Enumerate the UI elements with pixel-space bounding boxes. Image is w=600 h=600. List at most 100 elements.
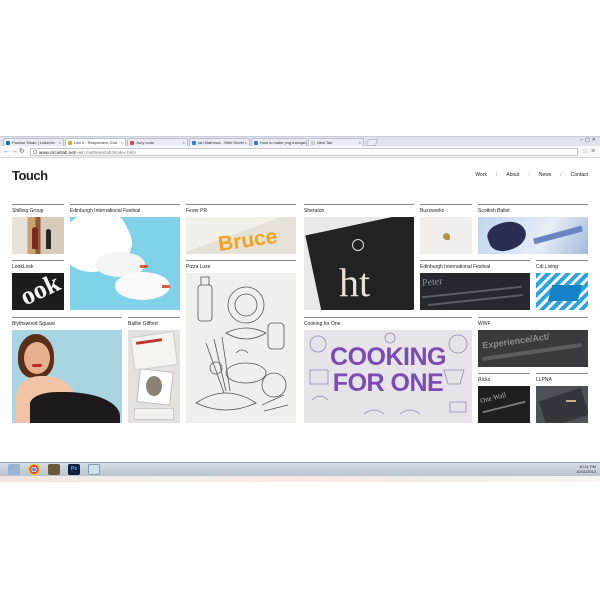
nav-work[interactable]: Work [475, 172, 487, 178]
nav-news[interactable]: News [539, 172, 552, 178]
project-edinburgh-festival[interactable]: Edinburgh International Festival [70, 204, 180, 310]
divider [478, 373, 530, 374]
project-image: ht [304, 217, 414, 310]
taskbar: Ps 10:11 PM 10/11/2013 [0, 462, 600, 476]
art-sheraton-text: ht [339, 260, 371, 305]
nav-about[interactable]: About [506, 172, 519, 178]
menu-icon[interactable]: ≡ [591, 148, 595, 156]
art-cooking-line1: COOKING [330, 343, 446, 371]
art-cooking-line2: FOR ONE [332, 369, 444, 397]
forward-icon[interactable]: → [11, 147, 18, 157]
divider [12, 317, 122, 318]
new-tab-button[interactable] [365, 139, 379, 146]
page-info-icon [33, 150, 37, 154]
project-blythswood-square[interactable]: Blythswood Square [12, 317, 122, 423]
close-window-icon[interactable]: ✕ [592, 137, 598, 143]
project-title: Blythswood Square [12, 321, 56, 327]
project-title: Ricks [478, 377, 491, 383]
photoshop-icon[interactable]: Ps [68, 464, 80, 475]
project-title: Pizza Luxe [186, 264, 211, 270]
linkedin-icon [6, 141, 10, 145]
project-title: Baillie Gifford [128, 321, 158, 327]
project-image [536, 273, 588, 310]
project-shilling-group[interactable]: Shilling Group [12, 204, 64, 254]
project-title: LookLook [12, 264, 34, 270]
system-tray: 10:11 PM 10/11/2013 [576, 464, 596, 474]
nav-separator: / [496, 172, 498, 178]
project-image: ook [12, 273, 64, 310]
tab-label: Lab 3 - Responsive Grid [74, 140, 118, 145]
browser-toolbar: ← → ↻ www.circuitlab.net/~ian.mathews/la… [0, 146, 600, 158]
desktop-background [0, 476, 600, 482]
page-icon [130, 141, 134, 145]
project-buzzworks[interactable]: Buzzworks [420, 204, 472, 254]
project-title: Edinburgh International Festival [420, 264, 491, 270]
divider [536, 260, 588, 261]
url-path: /~ian.mathews/lab3/index.html [75, 150, 136, 155]
nav-separator: / [528, 172, 530, 178]
project-cooking-for-one[interactable]: Cooking for One COOKING FOR ONE [304, 317, 472, 423]
art-ricks-text: One Wall [479, 390, 507, 406]
divider [12, 260, 64, 261]
page-icon [254, 141, 258, 145]
project-image: Bruce [186, 217, 296, 254]
divider [304, 317, 472, 318]
project-ricks[interactable]: Ricks One Wall [478, 373, 530, 423]
project-baillie-gifford[interactable]: Baillie Gifford [128, 317, 180, 423]
project-title: Buzzworks [420, 208, 445, 214]
project-title: Fever PR [186, 208, 208, 214]
sheraton-logo-icon [352, 239, 364, 251]
page-icon [68, 141, 72, 145]
tab-label: Joey code [136, 140, 155, 145]
project-fever-pr[interactable]: Fever PR Bruce [186, 204, 296, 254]
window-controls: –▢✕ [580, 137, 598, 143]
tab-label: Ian Mathews - Web Devel [198, 140, 244, 145]
bee-icon [443, 233, 450, 240]
project-llpna[interactable]: LLPNA [536, 373, 588, 423]
project-pizza-luxe[interactable]: Pizza Luxe [186, 260, 296, 423]
page-icon [192, 141, 196, 145]
project-image [186, 273, 296, 423]
divider [128, 317, 180, 318]
project-title: Sheraton [304, 208, 325, 214]
address-bar[interactable]: www.circuitlab.net/~ian.mathews/lab3/ind… [30, 148, 578, 156]
divider [186, 260, 296, 261]
project-title: WWF [478, 321, 491, 327]
tab-strip: Pauline Swan | LinkedIn × Lab 3 - Respons… [0, 136, 600, 147]
project-image: Experience/Act/ [478, 330, 588, 367]
divider [420, 260, 530, 261]
project-looklook[interactable]: LookLook ook [12, 260, 64, 310]
bookmark-star-icon[interactable]: ☆ [582, 148, 588, 156]
divider [186, 204, 296, 205]
tab-label: New Tab [317, 140, 333, 145]
nav-contact[interactable]: Contact [571, 172, 588, 178]
project-title: Scottish Ballet [478, 208, 510, 214]
file-icon[interactable] [88, 464, 100, 475]
project-title: Edinburgh International Festival [70, 208, 141, 214]
divider [420, 204, 472, 205]
project-title: Cdi Living [536, 264, 558, 270]
project-image: COOKING FOR ONE [304, 330, 472, 423]
project-scottish-ballet[interactable]: Scottish Ballet [478, 204, 588, 254]
start-folder-icon[interactable] [8, 464, 20, 475]
chrome-icon[interactable] [28, 464, 40, 475]
divider [70, 204, 180, 205]
project-wwf[interactable]: WWF Experience/Act/ [478, 317, 588, 367]
project-image [478, 217, 588, 254]
project-cdi-living[interactable]: Cdi Living [536, 260, 588, 310]
project-title: Shilling Group [12, 208, 44, 214]
site-logo[interactable]: Touch [12, 168, 48, 183]
project-image [128, 330, 180, 423]
project-image [12, 330, 122, 423]
maximize-icon[interactable]: ▢ [585, 137, 592, 143]
divider [304, 204, 414, 205]
reload-icon[interactable]: ↻ [19, 147, 25, 157]
line-illustration [195, 276, 289, 412]
project-title: Cooking for One [304, 321, 341, 327]
art-looklook: ook [15, 273, 64, 310]
project-edinburgh-festival-2[interactable]: Edinburgh International Festival Peter [420, 260, 530, 310]
project-sheraton[interactable]: Sheraton ht [304, 204, 414, 310]
media-icon[interactable] [48, 464, 60, 475]
back-icon[interactable]: ← [3, 147, 10, 157]
nav-separator: / [560, 172, 562, 178]
